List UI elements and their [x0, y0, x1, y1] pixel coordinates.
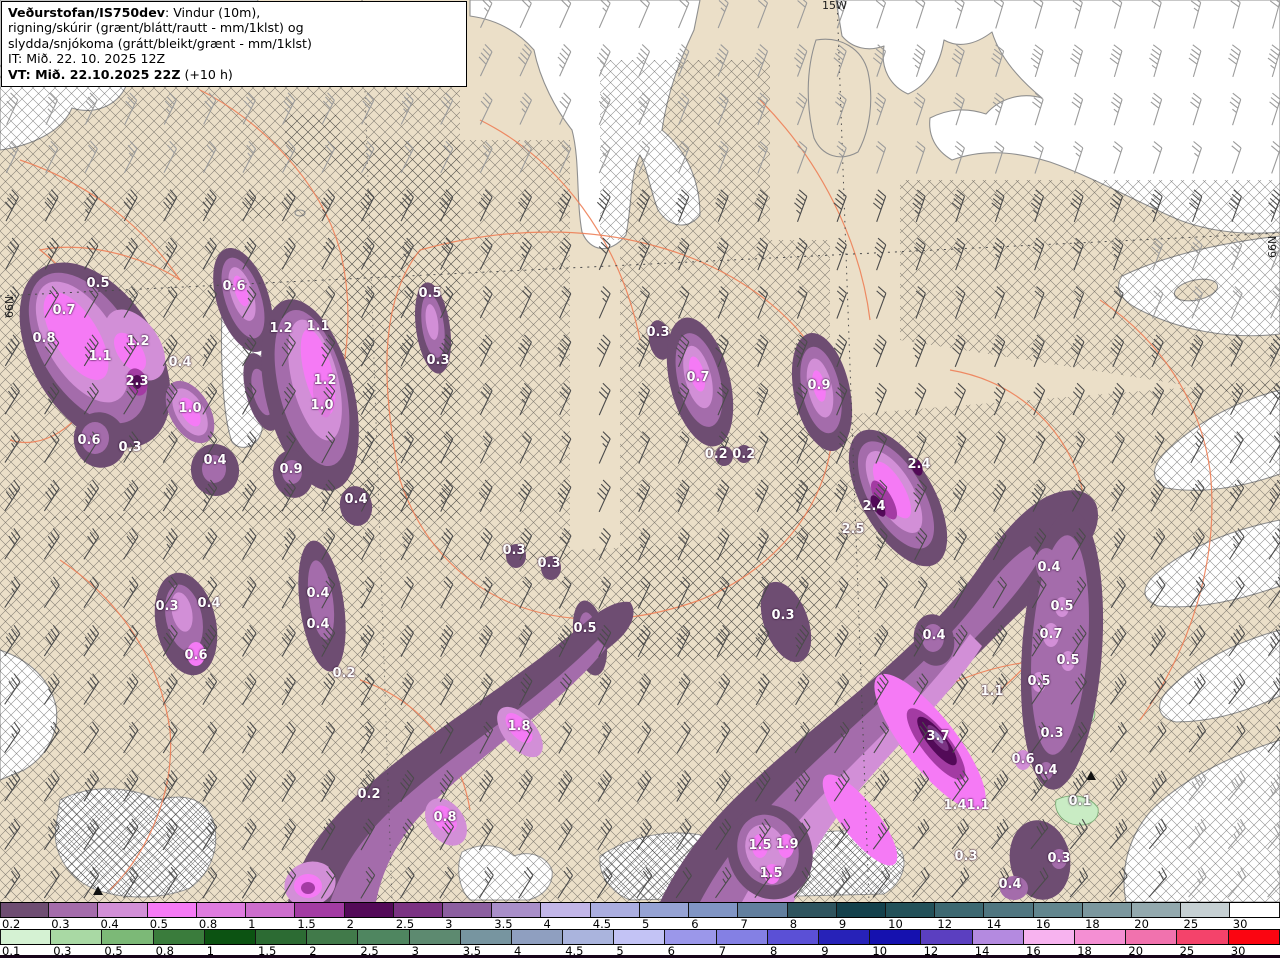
legend-cell	[307, 930, 359, 944]
legend-cell	[153, 930, 205, 944]
legend-cell	[836, 903, 886, 917]
title-line-5: VT: Mið. 22.10.2025 22Z (+10 h)	[8, 66, 233, 82]
title-line-2: rigning/skúrir (grænt/blátt/rautt - mm/1…	[8, 20, 304, 36]
legend-cell	[1074, 930, 1127, 944]
legend-cell	[1177, 930, 1229, 944]
legend-cell	[614, 930, 666, 944]
legend-cell	[984, 903, 1034, 917]
valid-time: VT: Mið. 22.10.2025 22Z	[8, 66, 181, 82]
legend-cell	[51, 930, 103, 944]
legend-cell	[1230, 903, 1280, 917]
legend-cell	[492, 903, 542, 917]
legend-cell	[1033, 903, 1083, 917]
legend-cell	[972, 930, 1024, 944]
legend-cell	[689, 903, 739, 917]
legend-cell	[819, 930, 871, 944]
weather-map-app: 0.5 0.7 0.8 1.1 1.2 2.3 0.4 1.0 0.6 0.3 0.3 0.4 0.6 0…	[0, 0, 1280, 958]
legend-cell	[409, 930, 461, 944]
legend-cell	[511, 930, 564, 944]
legend-cell	[716, 930, 768, 944]
legend-cell	[1181, 903, 1231, 917]
legend-cell	[1023, 930, 1075, 944]
legend-bar-rain	[0, 929, 1280, 945]
legend-cell	[563, 930, 615, 944]
legend: 0.2 0.3 0.4 0.5 0.8 1 1.5 2 2.5 3 3.5 4 4.5 5 6 7 8 9 10 12…	[0, 902, 1280, 958]
legend-cell	[0, 903, 50, 917]
hatch-layer	[0, 60, 1280, 902]
map-area: 0.5 0.7 0.8 1.1 1.2 2.3 0.4 1.0 0.6 0.3 0.3 0.4 0.6 0…	[0, 0, 1280, 902]
legend-cell	[870, 930, 922, 944]
legend-cell	[344, 903, 394, 917]
legend-cell	[1132, 903, 1182, 917]
title-box: Veðurstofan/IS750dev: Vindur (10m), rign…	[1, 1, 467, 88]
legend-cell	[0, 930, 52, 944]
legend-cell	[767, 930, 819, 944]
legend-cell	[935, 903, 985, 917]
legend-cell	[1126, 930, 1178, 944]
product-name: Veðurstofan/IS750dev	[8, 5, 165, 20]
legend-cell	[738, 903, 788, 917]
legend-cell	[295, 903, 345, 917]
legend-cell	[541, 903, 591, 917]
legend-cell	[787, 903, 837, 917]
legend-cell	[147, 903, 197, 917]
title-line-3: slydda/snjókoma (grátt/bleikt/grænt - mm…	[8, 35, 312, 51]
legend-cell	[196, 903, 247, 917]
legend-bar-sleet	[0, 902, 1280, 918]
legend-cell	[246, 903, 296, 917]
title-line-4: IT: Mið. 22. 10. 2025 12Z	[8, 51, 166, 67]
legend-cell	[98, 903, 148, 917]
legend-cell	[442, 903, 493, 917]
legend-cell	[1082, 903, 1133, 917]
legend-cell	[358, 930, 410, 944]
legend-cell	[49, 903, 99, 917]
legend-labels-sleet: 0.2 0.3 0.4 0.5 0.8 1 1.5 2 2.5 3 3.5 4 4.5 5 6 7 8 9 10 12…	[0, 917, 1280, 931]
legend-cell	[102, 930, 154, 944]
title-line-1: Veðurstofan/IS750dev: Vindur (10m),	[8, 5, 261, 20]
legend-cell	[590, 903, 640, 917]
legend-cell	[885, 903, 936, 917]
legend-cell	[1228, 930, 1280, 944]
legend-cell	[255, 930, 308, 944]
legend-cell	[921, 930, 973, 944]
legend-cell	[204, 930, 256, 944]
map-canvas	[0, 0, 1280, 902]
legend-cell	[665, 930, 717, 944]
legend-cell	[460, 930, 512, 944]
legend-cell	[393, 903, 443, 917]
legend-cell	[639, 903, 690, 917]
